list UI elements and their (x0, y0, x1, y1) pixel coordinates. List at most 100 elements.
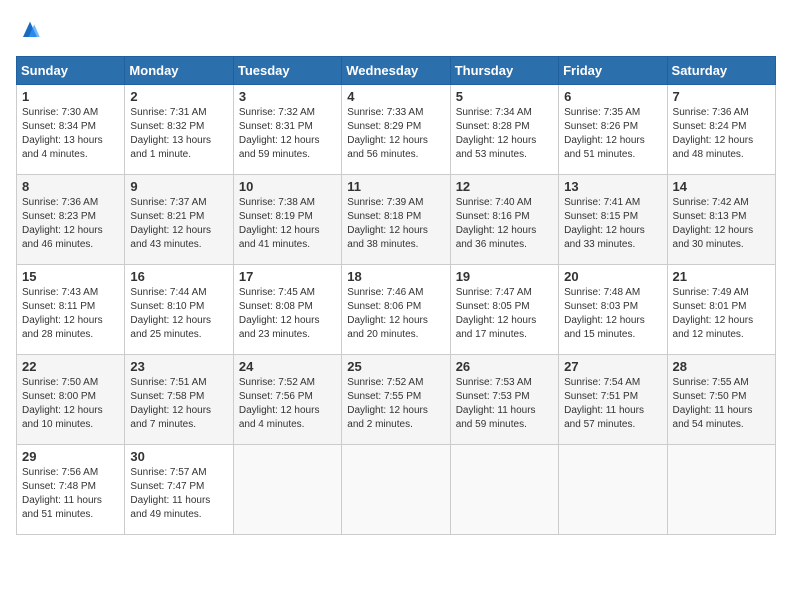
calendar-day-11: 11 Sunrise: 7:39 AM Sunset: 8:18 PM Dayli… (342, 175, 450, 265)
calendar-week-row: 15 Sunrise: 7:43 AM Sunset: 8:11 PM Dayli… (17, 265, 776, 355)
day-content: Sunrise: 7:54 AM Sunset: 7:51 PM Dayligh… (564, 376, 661, 432)
day-content: Sunrise: 7:33 AM Sunset: 8:29 PM Dayligh… (347, 106, 444, 162)
calendar-day-16: 16 Sunrise: 7:44 AM Sunset: 8:10 PM Dayli… (125, 265, 233, 355)
day-content: Sunrise: 7:41 AM Sunset: 8:15 PM Dayligh… (564, 196, 661, 252)
day-content: Sunrise: 7:53 AM Sunset: 7:53 PM Dayligh… (456, 376, 553, 432)
day-number: 19 (456, 269, 553, 284)
calendar-day-empty (667, 445, 775, 535)
calendar-day-23: 23 Sunrise: 7:51 AM Sunset: 7:58 PM Dayli… (125, 355, 233, 445)
calendar-table: SundayMondayTuesdayWednesdayThursdayFrid… (16, 56, 776, 535)
day-content: Sunrise: 7:34 AM Sunset: 8:28 PM Dayligh… (456, 106, 553, 162)
day-content: Sunrise: 7:36 AM Sunset: 8:24 PM Dayligh… (673, 106, 770, 162)
day-number: 29 (22, 449, 119, 464)
calendar-day-30: 30Sunrise: 7:57 AM Sunset: 7:47 PM Dayli… (125, 445, 233, 535)
day-content: Sunrise: 7:44 AM Sunset: 8:10 PM Dayligh… (130, 286, 227, 342)
day-number: 24 (239, 359, 336, 374)
calendar-day-5: 5 Sunrise: 7:34 AM Sunset: 8:28 PM Daylig… (450, 85, 558, 175)
calendar-week-row: 1 Sunrise: 7:30 AM Sunset: 8:34 PM Daylig… (17, 85, 776, 175)
day-content: Sunrise: 7:37 AM Sunset: 8:21 PM Dayligh… (130, 196, 227, 252)
calendar-day-14: 14 Sunrise: 7:42 AM Sunset: 8:13 PM Dayli… (667, 175, 775, 265)
weekday-header-tuesday: Tuesday (233, 57, 341, 85)
day-number: 10 (239, 179, 336, 194)
logo (16, 16, 48, 44)
day-content: Sunrise: 7:43 AM Sunset: 8:11 PM Dayligh… (22, 286, 119, 342)
day-content: Sunrise: 7:46 AM Sunset: 8:06 PM Dayligh… (347, 286, 444, 342)
calendar-day-17: 17 Sunrise: 7:45 AM Sunset: 8:08 PM Dayli… (233, 265, 341, 355)
calendar-day-9: 9 Sunrise: 7:37 AM Sunset: 8:21 PM Daylig… (125, 175, 233, 265)
day-number: 21 (673, 269, 770, 284)
day-content: Sunrise: 7:30 AM Sunset: 8:34 PM Dayligh… (22, 106, 119, 162)
day-number: 23 (130, 359, 227, 374)
day-content: Sunrise: 7:36 AM Sunset: 8:23 PM Dayligh… (22, 196, 119, 252)
calendar-day-21: 21 Sunrise: 7:49 AM Sunset: 8:01 PM Dayli… (667, 265, 775, 355)
day-content: Sunrise: 7:48 AM Sunset: 8:03 PM Dayligh… (564, 286, 661, 342)
weekday-header-monday: Monday (125, 57, 233, 85)
day-number: 18 (347, 269, 444, 284)
day-content: Sunrise: 7:51 AM Sunset: 7:58 PM Dayligh… (130, 376, 227, 432)
day-number: 17 (239, 269, 336, 284)
day-number: 28 (673, 359, 770, 374)
calendar-week-row: 8 Sunrise: 7:36 AM Sunset: 8:23 PM Daylig… (17, 175, 776, 265)
calendar-body: 1 Sunrise: 7:30 AM Sunset: 8:34 PM Daylig… (17, 85, 776, 535)
calendar-day-19: 19 Sunrise: 7:47 AM Sunset: 8:05 PM Dayli… (450, 265, 558, 355)
day-number: 30 (130, 449, 227, 464)
day-content: Sunrise: 7:39 AM Sunset: 8:18 PM Dayligh… (347, 196, 444, 252)
day-number: 7 (673, 89, 770, 104)
calendar-day-3: 3 Sunrise: 7:32 AM Sunset: 8:31 PM Daylig… (233, 85, 341, 175)
day-number: 3 (239, 89, 336, 104)
day-content: Sunrise: 7:31 AM Sunset: 8:32 PM Dayligh… (130, 106, 227, 162)
calendar-day-13: 13 Sunrise: 7:41 AM Sunset: 8:15 PM Dayli… (559, 175, 667, 265)
day-content: Sunrise: 7:49 AM Sunset: 8:01 PM Dayligh… (673, 286, 770, 342)
day-number: 11 (347, 179, 444, 194)
day-number: 2 (130, 89, 227, 104)
calendar-day-4: 4Sunrise: 7:33 AM Sunset: 8:29 PM Daylig… (342, 85, 450, 175)
calendar-day-25: 25 Sunrise: 7:52 AM Sunset: 7:55 PM Dayli… (342, 355, 450, 445)
day-content: Sunrise: 7:42 AM Sunset: 8:13 PM Dayligh… (673, 196, 770, 252)
day-number: 22 (22, 359, 119, 374)
calendar-day-12: 12 Sunrise: 7:40 AM Sunset: 8:16 PM Dayli… (450, 175, 558, 265)
calendar-day-empty (342, 445, 450, 535)
calendar-day-27: 27 Sunrise: 7:54 AM Sunset: 7:51 PM Dayli… (559, 355, 667, 445)
day-number: 27 (564, 359, 661, 374)
calendar-day-22: 22Sunrise: 7:50 AM Sunset: 8:00 PM Dayli… (17, 355, 125, 445)
day-number: 16 (130, 269, 227, 284)
day-number: 12 (456, 179, 553, 194)
day-content: Sunrise: 7:52 AM Sunset: 7:55 PM Dayligh… (347, 376, 444, 432)
calendar-day-2: 2 Sunrise: 7:31 AM Sunset: 8:32 PM Daylig… (125, 85, 233, 175)
calendar-day-1: 1 Sunrise: 7:30 AM Sunset: 8:34 PM Daylig… (17, 85, 125, 175)
calendar-header: SundayMondayTuesdayWednesdayThursdayFrid… (17, 57, 776, 85)
calendar-day-10: 10Sunrise: 7:38 AM Sunset: 8:19 PM Dayli… (233, 175, 341, 265)
day-number: 15 (22, 269, 119, 284)
calendar-week-row: 22Sunrise: 7:50 AM Sunset: 8:00 PM Dayli… (17, 355, 776, 445)
day-content: Sunrise: 7:52 AM Sunset: 7:56 PM Dayligh… (239, 376, 336, 432)
calendar-week-row: 29 Sunrise: 7:56 AM Sunset: 7:48 PM Dayli… (17, 445, 776, 535)
day-number: 1 (22, 89, 119, 104)
day-number: 9 (130, 179, 227, 194)
calendar-day-6: 6Sunrise: 7:35 AM Sunset: 8:26 PM Daylig… (559, 85, 667, 175)
calendar-day-18: 18 Sunrise: 7:46 AM Sunset: 8:06 PM Dayli… (342, 265, 450, 355)
day-content: Sunrise: 7:47 AM Sunset: 8:05 PM Dayligh… (456, 286, 553, 342)
day-content: Sunrise: 7:56 AM Sunset: 7:48 PM Dayligh… (22, 466, 119, 522)
day-content: Sunrise: 7:32 AM Sunset: 8:31 PM Dayligh… (239, 106, 336, 162)
calendar-day-20: 20 Sunrise: 7:48 AM Sunset: 8:03 PM Dayli… (559, 265, 667, 355)
calendar-day-8: 8 Sunrise: 7:36 AM Sunset: 8:23 PM Daylig… (17, 175, 125, 265)
calendar-day-empty (450, 445, 558, 535)
calendar-day-7: 7 Sunrise: 7:36 AM Sunset: 8:24 PM Daylig… (667, 85, 775, 175)
calendar-day-empty (233, 445, 341, 535)
calendar-day-empty (559, 445, 667, 535)
weekday-header-sunday: Sunday (17, 57, 125, 85)
weekday-header-friday: Friday (559, 57, 667, 85)
day-number: 5 (456, 89, 553, 104)
weekday-header-saturday: Saturday (667, 57, 775, 85)
day-number: 25 (347, 359, 444, 374)
day-content: Sunrise: 7:55 AM Sunset: 7:50 PM Dayligh… (673, 376, 770, 432)
day-number: 6 (564, 89, 661, 104)
calendar-day-28: 28 Sunrise: 7:55 AM Sunset: 7:50 PM Dayli… (667, 355, 775, 445)
page-header (16, 16, 776, 44)
day-number: 13 (564, 179, 661, 194)
day-number: 8 (22, 179, 119, 194)
day-number: 20 (564, 269, 661, 284)
day-content: Sunrise: 7:40 AM Sunset: 8:16 PM Dayligh… (456, 196, 553, 252)
day-number: 14 (673, 179, 770, 194)
day-content: Sunrise: 7:45 AM Sunset: 8:08 PM Dayligh… (239, 286, 336, 342)
